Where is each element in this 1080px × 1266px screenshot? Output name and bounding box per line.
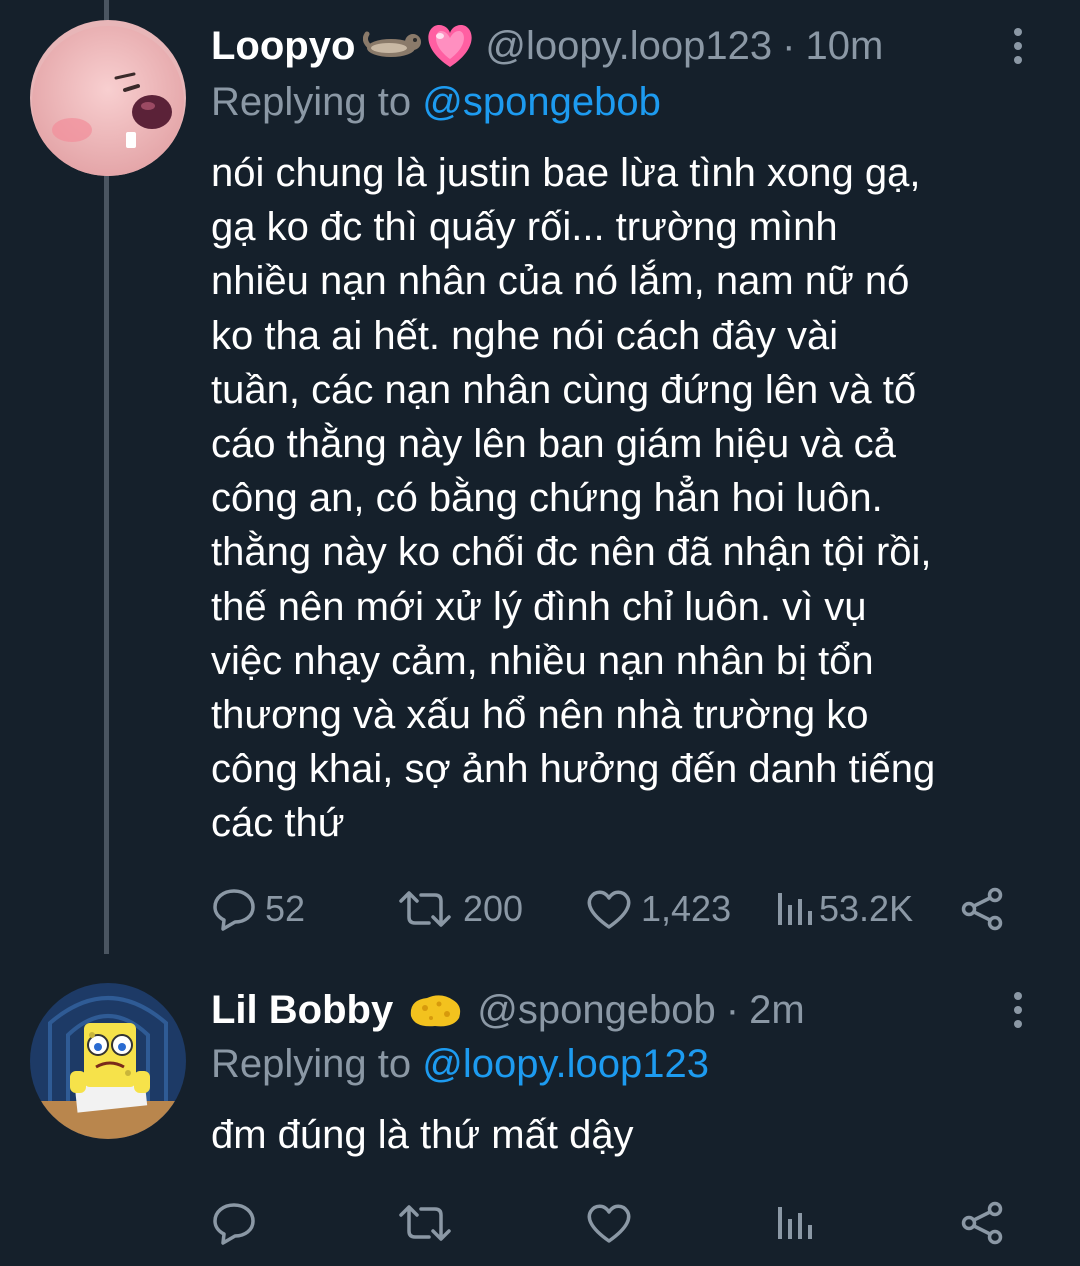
share-button[interactable] xyxy=(959,1198,1005,1248)
views-button[interactable] xyxy=(775,1198,823,1248)
more-dot-icon xyxy=(1014,42,1022,50)
reply-button[interactable]: 52 xyxy=(211,884,305,934)
retweet-icon xyxy=(399,1205,451,1241)
more-dot-icon xyxy=(1014,992,1022,1000)
replying-mention-link[interactable]: @loopy.loop123 xyxy=(422,1042,709,1086)
more-dot-icon xyxy=(1014,1020,1022,1028)
tweet-actions: 52 200 1,423 53.2K xyxy=(211,884,1011,934)
views-count: 53.2K xyxy=(819,888,914,929)
replying-prefix: Replying to xyxy=(211,80,423,124)
separator-dot: · xyxy=(782,24,796,68)
share-icon xyxy=(961,1201,1003,1245)
avatar-lil-bobby[interactable] xyxy=(30,983,186,1139)
reply-icon xyxy=(213,1203,255,1245)
retweet-count: 200 xyxy=(463,888,524,929)
avatar-loopyo[interactable] xyxy=(30,20,186,176)
heart-icon xyxy=(587,1204,631,1243)
tweet-header: Loopyo @loopy.loop123 · 10m xyxy=(211,22,883,70)
like-count: 1,423 xyxy=(641,888,732,929)
pink-heart-icon xyxy=(425,23,475,69)
share-button[interactable] xyxy=(959,884,1005,934)
like-button[interactable]: 1,423 xyxy=(585,884,731,934)
spongebob-avatar-image xyxy=(30,983,186,1139)
timestamp[interactable]: 10m xyxy=(806,22,884,70)
loopy-avatar-image xyxy=(30,20,186,176)
otter-icon xyxy=(363,26,423,66)
tweet-actions xyxy=(211,1198,1011,1248)
separator-dot: · xyxy=(725,988,740,1032)
replying-to-line: Replying to @loopy.loop123 xyxy=(211,1040,709,1088)
more-dot-icon xyxy=(1014,28,1022,36)
more-dot-icon xyxy=(1014,56,1022,64)
views-bar-chart-icon xyxy=(778,1207,812,1239)
more-options-button[interactable] xyxy=(1006,28,1030,64)
views-bar-chart-icon xyxy=(778,893,812,925)
user-handle[interactable]: @spongebob xyxy=(477,986,716,1034)
retweet-button[interactable] xyxy=(395,1198,463,1248)
timestamp[interactable]: 2m xyxy=(749,986,805,1034)
more-options-button[interactable] xyxy=(1006,992,1030,1028)
display-name[interactable]: Lil Bobby xyxy=(211,986,393,1034)
display-name[interactable]: Loopyo xyxy=(211,22,355,70)
heart-icon xyxy=(587,890,631,929)
like-button[interactable] xyxy=(585,1198,641,1248)
user-handle[interactable]: @loopy.loop123 xyxy=(485,22,772,70)
retweet-button[interactable]: 200 xyxy=(395,884,523,934)
tweet-text: nói chung là justin bae lừa tình xong gạ… xyxy=(211,151,936,846)
reply-button[interactable] xyxy=(211,1198,265,1248)
replying-prefix: Replying to xyxy=(211,1042,423,1086)
replying-to-line: Replying to @spongebob xyxy=(211,78,661,126)
sponge-icon xyxy=(407,990,463,1030)
tweet-text: đm đúng là thứ mất dậy xyxy=(211,1113,634,1157)
more-dot-icon xyxy=(1014,1006,1022,1014)
share-icon xyxy=(961,887,1003,931)
retweet-icon xyxy=(399,891,451,927)
replying-mention-link[interactable]: @spongebob xyxy=(422,80,661,124)
tweet-header: Lil Bobby @spongebob · 2m xyxy=(211,986,805,1034)
views-button[interactable]: 53.2K xyxy=(775,884,913,934)
reply-icon xyxy=(213,889,255,931)
reply-count: 52 xyxy=(265,888,306,929)
